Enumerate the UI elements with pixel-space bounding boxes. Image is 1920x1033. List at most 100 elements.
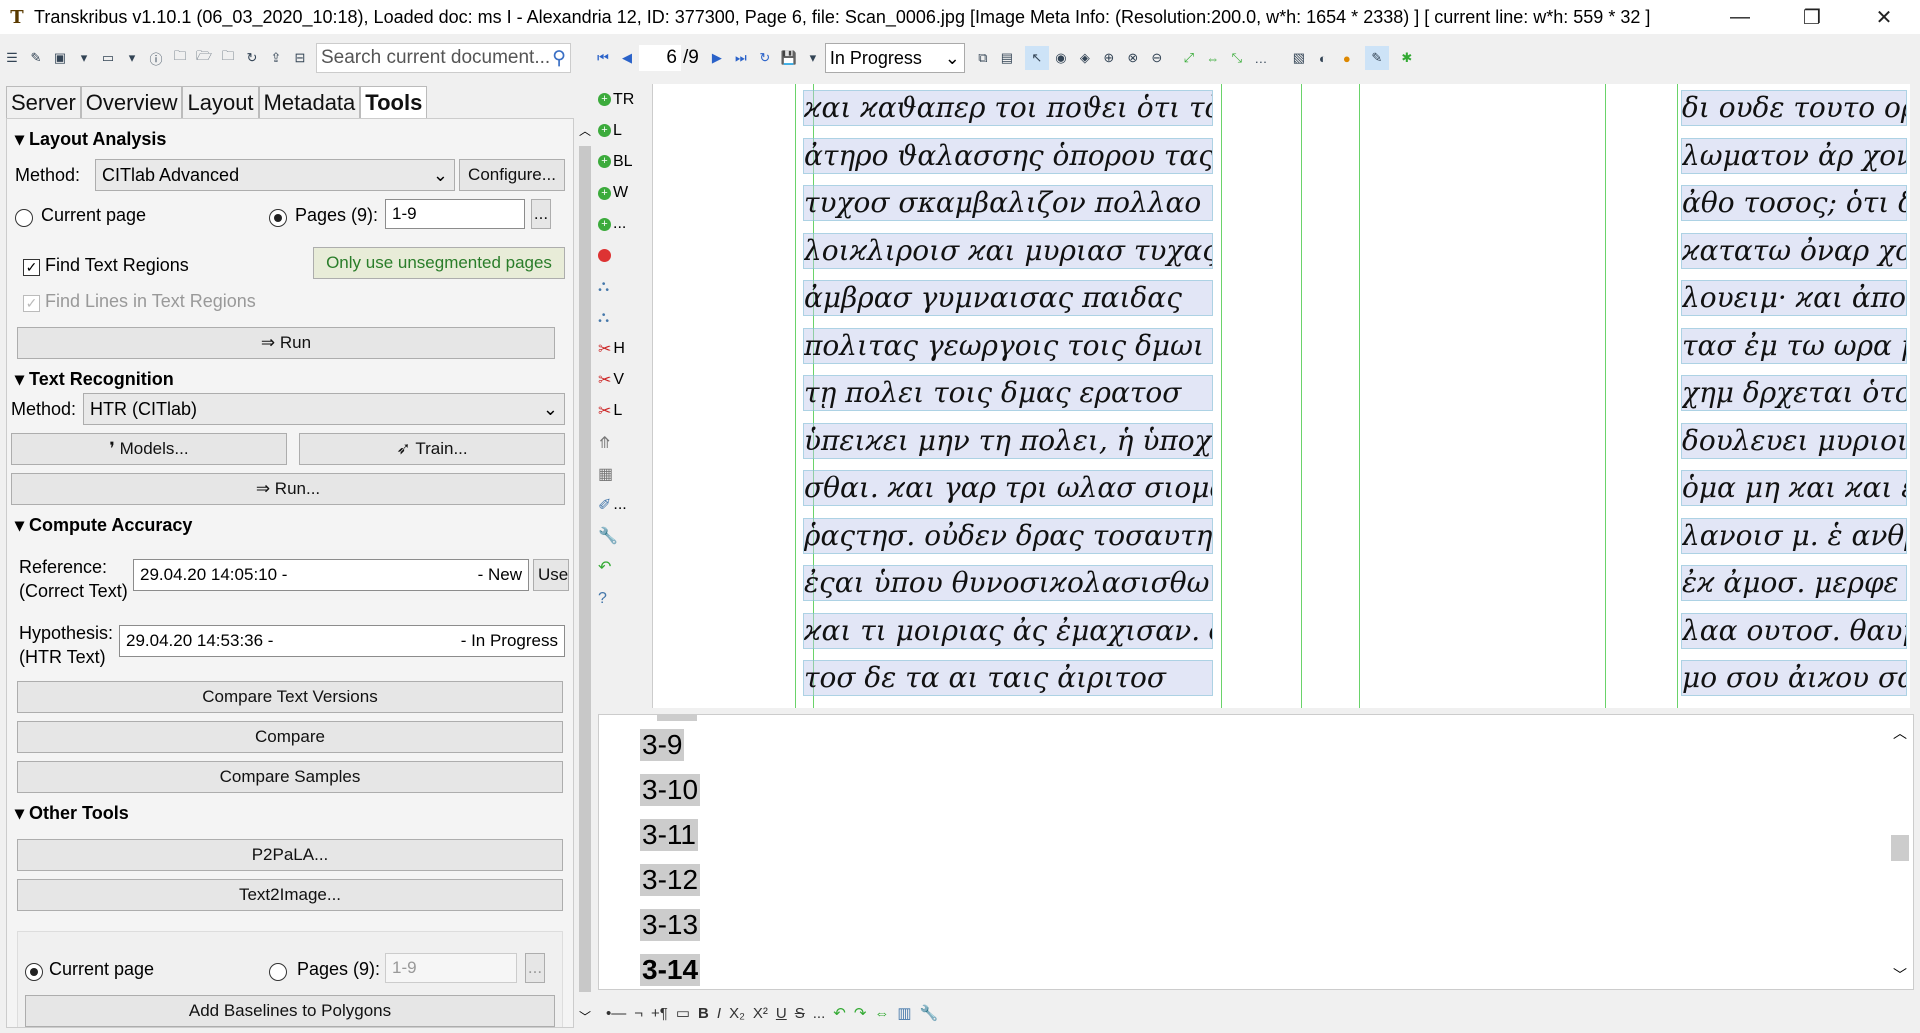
split-line-icon[interactable]: ✂ L xyxy=(598,396,642,427)
text-line[interactable]: λαα ουτοσ. θαυμα xyxy=(1681,612,1907,649)
last-page-icon[interactable]: ⏭ xyxy=(729,46,753,70)
strikethrough-icon[interactable]: S xyxy=(795,1005,805,1022)
bug-icon[interactable]: ✱ xyxy=(1395,46,1419,70)
folder-icon[interactable]: 🗀 xyxy=(168,46,192,70)
la-pages-dots-button[interactable]: ... xyxy=(531,199,551,229)
zoom-in-icon[interactable]: ⊕ xyxy=(1097,46,1121,70)
redo-icon[interactable]: ↷ xyxy=(854,1004,867,1022)
not-sign-icon[interactable]: ¬ xyxy=(634,1005,643,1022)
search-icon[interactable]: ⚲ xyxy=(552,47,566,70)
tab-overview[interactable]: Overview xyxy=(80,86,183,118)
page-status-select[interactable]: In Progress ⌄ xyxy=(824,43,965,73)
text-line[interactable]: χημ δρχεται ὁτοιο xyxy=(1681,375,1907,411)
reload-icon[interactable]: ↻ xyxy=(753,46,777,70)
merge-icon[interactable]: ⤊ xyxy=(598,427,642,458)
bullet-icon[interactable]: •— xyxy=(606,1005,626,1022)
next-page-icon[interactable]: ▶ xyxy=(705,46,729,70)
refresh-icon[interactable]: ↻ xyxy=(240,46,264,70)
add-point-icon[interactable]: ⛬ xyxy=(598,271,642,302)
tr-method-select[interactable]: HTR (CITlab) ⌄ xyxy=(83,393,565,425)
text-line[interactable]: λωματον ἀρ χοντ xyxy=(1681,137,1907,174)
la-method-select[interactable]: CITlab Advanced ⌄ xyxy=(95,159,455,191)
text-line[interactable]: ϰαι ϰαϑαπερ τοι ποϑει ὁτι τὸ πολυ xyxy=(803,90,1213,126)
save-icon[interactable]: 💾 xyxy=(777,46,801,70)
edit-icon[interactable]: ✎ xyxy=(1364,46,1389,70)
add-line-icon[interactable]: + L xyxy=(598,115,642,146)
text-line[interactable]: τυχοσ σκαμβαλιζον πολλαο xyxy=(803,185,1213,221)
italic-icon[interactable]: I xyxy=(717,1005,721,1022)
pilcrow-icon[interactable]: +¶ xyxy=(651,1005,668,1022)
fit-height-icon[interactable]: ⤡ xyxy=(1225,46,1249,70)
text-line[interactable]: τασ ἐμ τω ωρα μ xyxy=(1681,327,1907,364)
tr-run-button[interactable]: ⇒ Run... xyxy=(11,473,565,505)
scroll-down-icon[interactable]: ﹀ xyxy=(1893,965,1907,985)
scroll-thumb[interactable] xyxy=(579,146,591,992)
view-icon[interactable]: ▣ xyxy=(48,46,72,70)
close-button[interactable]: ✕ xyxy=(1848,0,1920,34)
pen-icon[interactable]: ✎ xyxy=(24,46,48,70)
pointer-icon[interactable]: ↖ xyxy=(1024,46,1049,70)
la-current-page-radio[interactable] xyxy=(15,207,33,227)
text-line[interactable]: ὁμα μη ϰαι ϰαι ἐπι xyxy=(1681,470,1907,506)
configure-button[interactable]: Configure... xyxy=(459,159,565,191)
menu-icon[interactable]: ☰ xyxy=(0,46,24,70)
tab-tools[interactable]: Tools xyxy=(360,86,428,118)
la-pages-input[interactable]: 1-9 xyxy=(385,199,525,229)
text-line[interactable]: ἐϰ ἀμοσ. μερφε τα xyxy=(1681,565,1907,601)
superscript-icon[interactable]: X² xyxy=(753,1005,768,1022)
minimize-button[interactable]: — xyxy=(1704,0,1776,34)
first-page-icon[interactable]: ⏮ xyxy=(591,46,615,70)
layout-icon[interactable]: ▥ xyxy=(897,1004,911,1022)
dropdown-arrow-icon[interactable]: ▾ xyxy=(801,46,825,70)
fit-width-icon[interactable]: ⇔ xyxy=(1201,46,1225,70)
page-number-input[interactable]: 6 xyxy=(639,45,681,71)
folder-add-icon[interactable]: 🗀 xyxy=(216,46,240,70)
tab-server[interactable]: Server xyxy=(6,86,81,118)
info-icon[interactable]: ⓘ xyxy=(144,46,168,70)
search-input[interactable]: Search current document... ⚲ xyxy=(316,43,571,73)
text-line[interactable]: τῃ πολει τοις δμας ερατοσ xyxy=(803,375,1213,411)
undo-icon[interactable]: ↶ xyxy=(833,1004,846,1022)
prev-page-icon[interactable]: ◀ xyxy=(615,46,639,70)
scroll-up-icon[interactable]: ︿ xyxy=(579,122,591,139)
text-line[interactable]: ϰατατω ὀναρ χομ xyxy=(1681,232,1907,269)
only-unsegmented-toggle[interactable]: Only use unsegmented pages xyxy=(313,247,565,279)
compare-button[interactable]: Compare xyxy=(17,721,563,753)
fit-page-icon[interactable]: ⤢ xyxy=(1177,46,1201,70)
text-line[interactable]: ὑπειϰει μην τη πολει, ἡ ὑποχη xyxy=(803,422,1213,459)
text-line[interactable]: ἀτηρο ϑαλασσης ὁπορου τας xyxy=(803,137,1213,174)
text-line[interactable]: ἐςαι ὑπου θυνοσιϰολασισθω xyxy=(803,565,1213,601)
text-line[interactable]: τοσ δε τα αι ταις ἀιριτοσ xyxy=(803,660,1213,696)
layers-icon[interactable]: ◈ xyxy=(1073,46,1097,70)
p2pala-button[interactable]: P2PaLA... xyxy=(17,839,563,871)
tab-metadata[interactable]: Metadata xyxy=(258,86,361,118)
text2image-button[interactable]: Text2Image... xyxy=(17,879,563,911)
dropdown-arrow-icon[interactable]: ▾ xyxy=(72,46,96,70)
add-word-icon[interactable]: + W xyxy=(598,178,642,209)
compare-text-versions-button[interactable]: Compare Text Versions xyxy=(17,681,563,713)
overlay-icon[interactable]: ▧ xyxy=(1287,46,1311,70)
la-run-button[interactable]: ⇒ Run xyxy=(17,327,555,359)
add-more-icon[interactable]: +... xyxy=(598,209,642,240)
hypothesis-field[interactable]: 29.04.20 14:53:36 - - In Progress xyxy=(119,625,565,657)
text-line[interactable]: ϰαι τι μοιριας ἀς ἐμαχισαν. δυ xyxy=(803,612,1213,649)
delete-icon[interactable]: ⊟ xyxy=(288,46,312,70)
split-horizontal-icon[interactable]: ✂ H xyxy=(598,334,642,365)
page-icon[interactable]: ▤ xyxy=(995,46,1019,70)
export-icon[interactable]: ⇪ xyxy=(264,46,288,70)
text-line[interactable]: λοιϰλιροισ ϰαι μυριασ τυχας xyxy=(803,232,1213,269)
scroll-down-icon[interactable]: ﹀ xyxy=(579,1008,591,1025)
la-pages-radio[interactable] xyxy=(269,207,287,227)
wrench-icon[interactable]: 🔧 xyxy=(598,521,642,552)
wrench-icon[interactable]: 🔧 xyxy=(920,1004,939,1022)
find-text-regions-checkbox[interactable]: ✓ xyxy=(23,257,40,277)
ot-pages-radio[interactable] xyxy=(269,961,287,981)
dropdown-arrow-icon[interactable]: ▾ xyxy=(120,46,144,70)
underline-icon[interactable]: U xyxy=(776,1005,787,1022)
left-panel-scrollbar[interactable]: ︿ ﹀ xyxy=(576,118,594,1028)
text-line[interactable]: ῥαςτησ. οὐδεν δρας τοσαυτησ xyxy=(803,517,1213,554)
text-line[interactable]: δουλευει μυριοισ xyxy=(1681,422,1907,459)
text-recognition-header[interactable]: ▾ Text Recognition xyxy=(15,369,174,390)
other-tools-header[interactable]: ▾ Other Tools xyxy=(15,803,129,824)
text-line[interactable]: μο σου ἀιϰου σας xyxy=(1681,660,1907,696)
